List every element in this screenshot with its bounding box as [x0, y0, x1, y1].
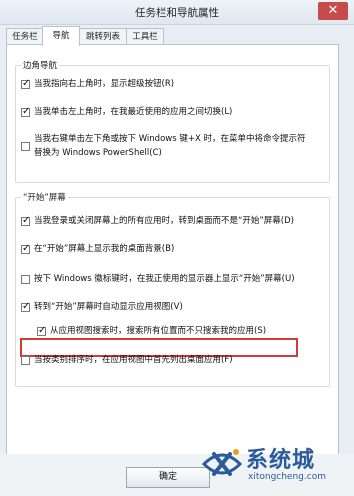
- check-icon: ✓: [22, 106, 31, 117]
- check-icon: ✓: [22, 301, 31, 312]
- checkbox[interactable]: ✓: [21, 243, 31, 254]
- option-label: 当按类别排序时，在应用视图中首先列出桌面应用(F): [34, 355, 233, 365]
- watermark-brand: 系统城: [246, 448, 316, 473]
- logo-icon: [201, 449, 243, 476]
- checkbox[interactable]: [21, 142, 30, 151]
- navigation-panel: 边角导航 ✓ 当我指向右上角时，显示超级按钮(R) ✓ 当我单击左上角时，在我最…: [6, 44, 339, 455]
- ok-button[interactable]: 确定: [126, 467, 210, 488]
- option-label: 从应用视图搜索时，搜索所有位置而不只搜索我的应用(S): [50, 326, 267, 336]
- checkbox[interactable]: ✓: [21, 106, 31, 117]
- close-button[interactable]: ✕: [318, 2, 348, 20]
- option-label: 当我单击左上角时，在我最近使用的应用之间切换(L): [34, 107, 233, 117]
- corner-navigation-title: 边角导航: [21, 59, 60, 71]
- option-label: 在“开始”屏幕上显示我的桌面背景(B): [34, 244, 175, 254]
- check-icon: ✓: [22, 215, 31, 226]
- option-label-line2: 替换为 Windows PowerShell(C): [34, 148, 162, 158]
- checkbox[interactable]: ✓: [21, 301, 31, 312]
- option-label: 转到“开始”屏幕时自动显示应用视图(V): [34, 302, 183, 312]
- window-title: 任务栏和导航属性: [135, 7, 219, 19]
- tab-jump-lists[interactable]: 跳转列表: [78, 28, 128, 45]
- option-label: 按下 Windows 徽标键时，在我正使用的显示器上显示“开始”屏幕(U): [34, 274, 295, 284]
- watermark-logo: 系统城 xitongcheng.com: [200, 438, 348, 496]
- checkbox[interactable]: ✓: [21, 215, 31, 226]
- checkbox[interactable]: ✓: [21, 78, 31, 89]
- option-label-line1: 当我右键单击左下角或按下 Windows 键+X 时，在菜单中将命令提示符: [34, 134, 306, 144]
- check-icon: ✓: [22, 243, 31, 254]
- checkbox[interactable]: [21, 356, 30, 365]
- title-bar: 任务栏和导航属性 ✕: [0, 0, 354, 25]
- watermark-url: xitongcheng.com: [248, 472, 326, 482]
- start-screen-title: “开始”屏幕: [21, 191, 68, 203]
- checkbox[interactable]: ✓: [37, 325, 47, 336]
- option-label: 当我登录或关闭屏幕上的所有应用时，转到桌面而不是“开始”屏幕(D): [34, 216, 294, 226]
- option-label: 当我指向右上角时，显示超级按钮(R): [34, 79, 175, 89]
- check-icon: ✓: [22, 78, 31, 89]
- check-icon: ✓: [38, 325, 47, 336]
- tab-toolbars[interactable]: 工具栏: [126, 28, 164, 45]
- checkbox[interactable]: [21, 275, 30, 284]
- tab-taskbar[interactable]: 任务栏: [6, 28, 44, 45]
- tab-navigation[interactable]: 导航: [42, 26, 80, 46]
